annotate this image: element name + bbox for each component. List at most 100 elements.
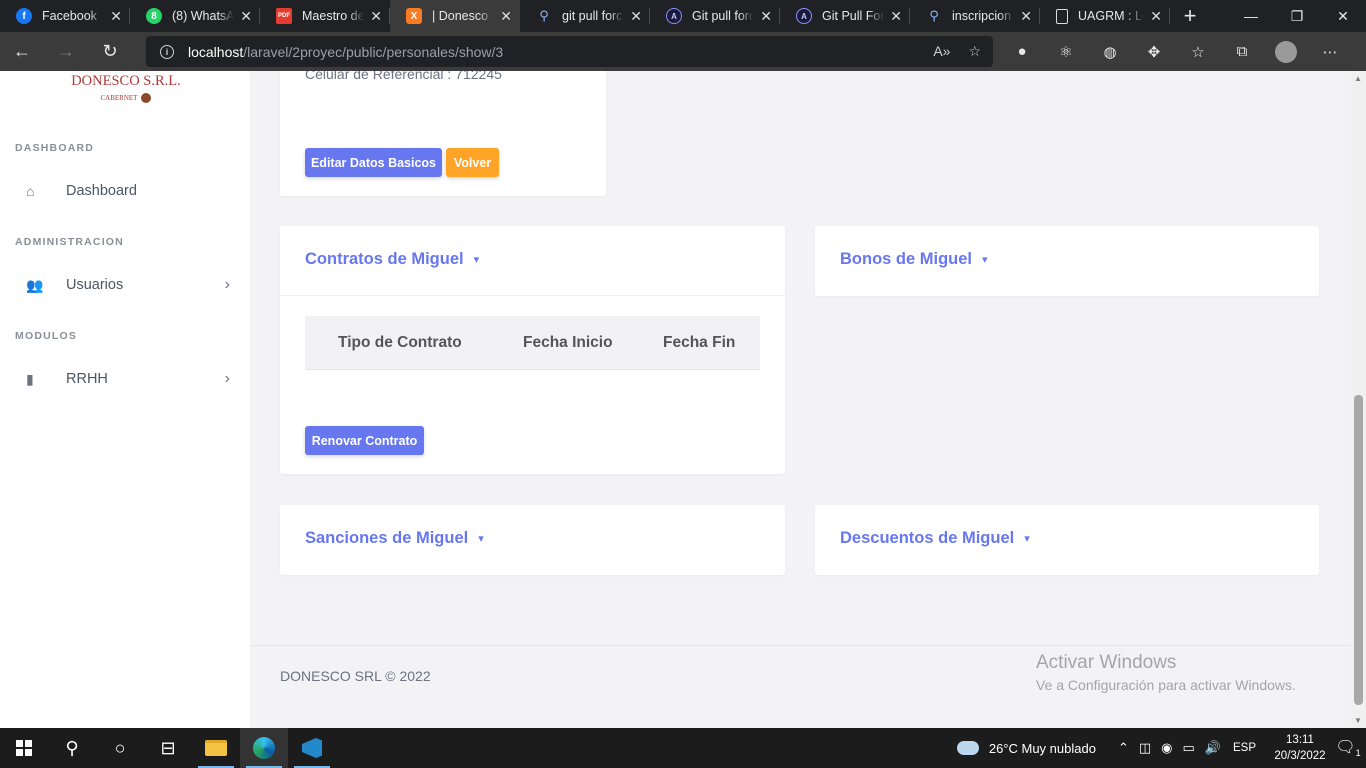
weather-text[interactable]: 26°C Muy nublado (989, 741, 1096, 756)
users-icon: 👥 (26, 276, 44, 293)
column-header: Tipo de Contrato (338, 333, 462, 351)
vscode-icon[interactable] (288, 728, 336, 768)
browser-tab[interactable]: f Facebook ✕ (0, 0, 130, 32)
restore-icon[interactable]: ❐ (1274, 8, 1320, 25)
tab-title: Git Pull For (822, 9, 885, 23)
close-window-icon[interactable]: ✕ (1320, 8, 1366, 25)
sidebar-heading-modulos: MODULOS (15, 330, 78, 342)
activate-windows-title: Activar Windows (1036, 652, 1177, 673)
contracts-table-header: Tipo de Contrato Fecha Inicio Fecha Fin (305, 316, 760, 370)
profile-avatar[interactable] (1275, 40, 1297, 63)
close-tab-icon[interactable]: ✕ (890, 8, 902, 25)
minimize-icon[interactable]: — (1228, 8, 1274, 25)
volume-icon[interactable]: 🔊 (1205, 740, 1221, 756)
footer-copyright: DONESCO SRL © 2022 (280, 668, 431, 684)
file-explorer-icon[interactable] (192, 728, 240, 768)
home-icon: ⌂ (26, 183, 35, 199)
chevron-down-icon: ▾ (1024, 533, 1030, 545)
discounts-title: Descuentos de Miguel (840, 529, 1015, 547)
read-aloud-icon[interactable]: A» (933, 43, 950, 60)
extension-circle-icon[interactable]: ● (1000, 43, 1044, 60)
site-info-icon[interactable]: i (160, 44, 174, 59)
browser-tab[interactable]: 8 (8) WhatsApp ✕ (130, 0, 260, 32)
renew-contract-button[interactable]: Renovar Contrato (305, 426, 424, 455)
sidebar-item-label: Usuarios (66, 277, 124, 293)
xampp-icon: X (406, 8, 422, 24)
browser-tab[interactable]: UAGRM : Lo ✕ (1040, 0, 1170, 32)
edge-browser-icon[interactable] (240, 728, 288, 768)
forward-icon[interactable]: → (44, 41, 88, 62)
search-icon: ⚲ (539, 8, 549, 23)
notifications-icon[interactable]: 🗨1 (1330, 737, 1366, 758)
collections-icon[interactable]: ⧉ (1220, 43, 1264, 60)
git-icon: A (666, 8, 682, 24)
browser-tab[interactable]: X | Donesco S ✕ (390, 0, 520, 32)
whatsapp-icon: 8 (146, 8, 162, 24)
close-tab-icon[interactable]: ✕ (760, 8, 772, 25)
browser-tab[interactable]: ⚲ inscripcion ✕ (910, 0, 1040, 32)
favorites-icon[interactable]: ☆ (1176, 43, 1220, 61)
sanctions-card: Sanciones de Miguel ▾ (280, 505, 785, 575)
sanctions-toggle[interactable]: Sanciones de Miguel ▾ (305, 529, 484, 548)
discounts-toggle[interactable]: Descuentos de Miguel ▾ (840, 529, 1030, 548)
meet-now-icon[interactable]: ◫ (1139, 740, 1151, 756)
close-tab-icon[interactable]: ✕ (370, 8, 382, 25)
extensions-puzzle-icon[interactable]: ✥ (1132, 43, 1176, 61)
edge-logo-icon (253, 737, 275, 759)
new-tab-button[interactable]: + (1170, 3, 1210, 29)
browser-tab[interactable]: PDF Maestro de ✕ (260, 0, 390, 32)
chevron-up-icon[interactable]: ⌃ (1118, 740, 1129, 756)
browser-tab[interactable]: ⚲ git pull forc ✕ (520, 0, 650, 32)
sidebar-item-usuarios[interactable]: 👥 Usuarios › (0, 266, 250, 304)
language-indicator[interactable]: ESP (1233, 742, 1256, 754)
document-icon (1056, 8, 1068, 24)
clock[interactable]: 13:11 20/3/2022 (1270, 732, 1330, 764)
close-tab-icon[interactable]: ✕ (630, 8, 642, 25)
company-logo[interactable]: DONESCO S.R.L. CABERNET (70, 73, 182, 103)
network-icon[interactable]: ◉ (1161, 740, 1172, 756)
cortana-icon[interactable]: ○ (96, 728, 144, 768)
back-icon[interactable]: ← (0, 41, 44, 62)
more-menu-icon[interactable]: ⋯ (1308, 43, 1352, 61)
tab-title: Facebook (42, 9, 97, 23)
close-tab-icon[interactable]: ✕ (110, 8, 122, 25)
task-view-icon[interactable]: ⊟ (144, 728, 192, 768)
bonuses-toggle[interactable]: Bonos de Miguel ▾ (840, 250, 988, 269)
sidebar-item-dashboard[interactable]: ⌂ Dashboard (0, 172, 250, 210)
scrollbar-thumb[interactable] (1354, 395, 1363, 705)
card-divider (280, 295, 785, 296)
column-header: Fecha Fin (663, 333, 736, 351)
folder-icon (205, 740, 227, 756)
start-button[interactable] (0, 728, 48, 768)
sidebar-item-rrhh[interactable]: ▮ RRHH › (0, 360, 250, 398)
extension-leaf-icon[interactable]: ◍ (1088, 43, 1132, 61)
back-button[interactable]: Volver (446, 148, 499, 177)
close-tab-icon[interactable]: ✕ (1020, 8, 1032, 25)
scroll-up-icon[interactable]: ▲ (1354, 74, 1362, 83)
contracts-toggle[interactable]: Contratos de Miguel ▾ (305, 250, 479, 269)
react-devtools-icon[interactable]: ⚛ (1044, 43, 1088, 61)
url-text[interactable]: localhost/laravel/2proyec/public/persona… (188, 44, 503, 60)
close-tab-icon[interactable]: ✕ (1150, 8, 1162, 25)
tab-title: git pull forc (562, 9, 623, 23)
contracts-card: Contratos de Miguel ▾ Tipo de Contrato F… (280, 226, 785, 474)
sidebar: DONESCO S.R.L. CABERNET DASHBOARD ⌂ Dash… (0, 71, 250, 728)
git-icon: A (796, 8, 812, 24)
display-icon[interactable]: ▭ (1183, 740, 1195, 756)
close-tab-icon[interactable]: ✕ (500, 8, 512, 25)
edit-basic-data-button[interactable]: Editar Datos Basicos (305, 148, 442, 177)
clock-time: 13:11 (1286, 734, 1314, 746)
personal-info-card: Celular de Referencial : 712245 Editar D… (280, 71, 606, 196)
browser-tab[interactable]: A Git pull forc ✕ (650, 0, 780, 32)
search-icon[interactable]: ⚲ (48, 728, 96, 768)
page-scrollbar[interactable]: ▲ ▼ (1351, 71, 1366, 728)
sidebar-heading-administracion: ADMINISTRACION (15, 236, 124, 248)
favorite-star-icon[interactable]: ☆ (968, 43, 981, 60)
close-tab-icon[interactable]: ✕ (240, 8, 252, 25)
footer-divider (250, 645, 1351, 646)
reference-phone: Celular de Referencial : 712245 (305, 71, 502, 82)
browser-tab[interactable]: A Git Pull For ✕ (780, 0, 910, 32)
scroll-down-icon[interactable]: ▼ (1354, 716, 1362, 725)
address-bar[interactable]: i localhost/laravel/2proyec/public/perso… (146, 36, 993, 67)
refresh-icon[interactable]: ↻ (88, 41, 132, 62)
